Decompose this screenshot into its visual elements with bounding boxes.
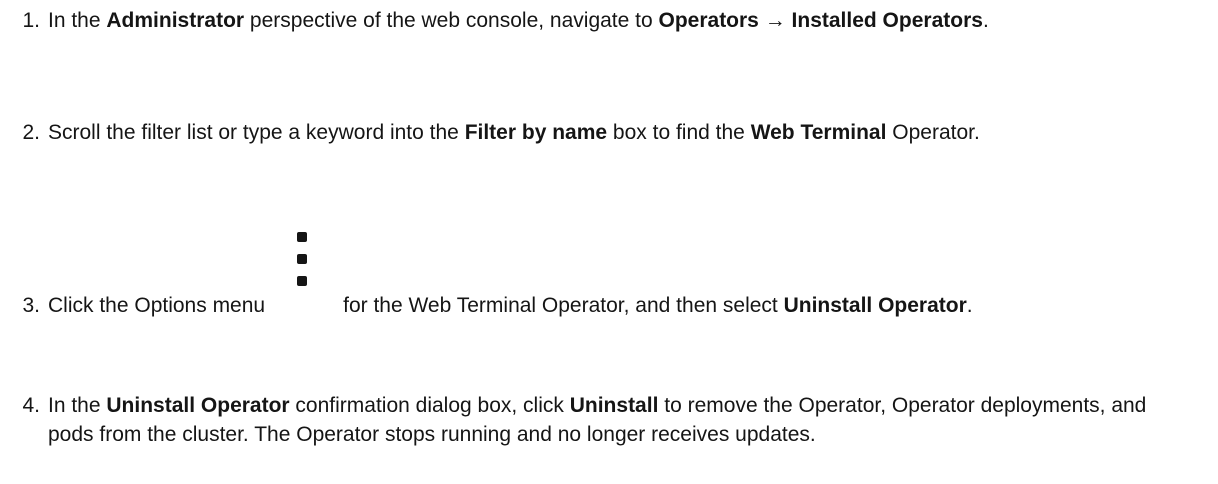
ui-term-uninstall-operator: Uninstall Operator <box>783 294 967 317</box>
text-segment: box to find the <box>607 121 751 144</box>
text-segment: perspective of the web console, navigate… <box>244 9 659 32</box>
step-text: Scroll the filter list or type a keyword… <box>48 118 1188 147</box>
ui-term-administrator: Administrator <box>106 9 245 32</box>
kebab-vertical-icon <box>265 232 343 312</box>
text-segment: Operator. <box>886 121 980 144</box>
step-number: 3. <box>22 294 40 317</box>
text-segment: confirmation dialog box, click <box>289 394 570 417</box>
step-text: In the Uninstall Operator confirmation d… <box>48 391 1188 449</box>
ui-term-web-terminal: Web Terminal <box>750 121 887 144</box>
ui-term-uninstall-operator: Uninstall Operator <box>106 394 290 417</box>
text-segment: . <box>982 9 989 32</box>
ui-term-filter-by-name: Filter by name <box>464 121 608 144</box>
text-segment: . <box>966 294 973 317</box>
step-number: 2. <box>22 121 40 144</box>
text-segment: Scroll the filter list or type a keyword… <box>48 121 465 144</box>
step-number: 1. <box>22 9 40 32</box>
text-segment: In the <box>48 9 107 32</box>
text-segment: for the Web Terminal Operator, and then … <box>343 294 784 317</box>
text-segment: In the <box>48 394 107 417</box>
step-number: 4. <box>22 394 40 417</box>
ui-term-installed-operators: Operators → Installed Operators <box>658 9 983 32</box>
step-text: Click the Options menu for the Web Termin… <box>48 232 1188 320</box>
text-segment: Click the Options menu <box>48 294 266 317</box>
ui-term-uninstall: Uninstall <box>569 394 659 417</box>
step-text: In the Administrator perspective of the … <box>48 6 1188 35</box>
